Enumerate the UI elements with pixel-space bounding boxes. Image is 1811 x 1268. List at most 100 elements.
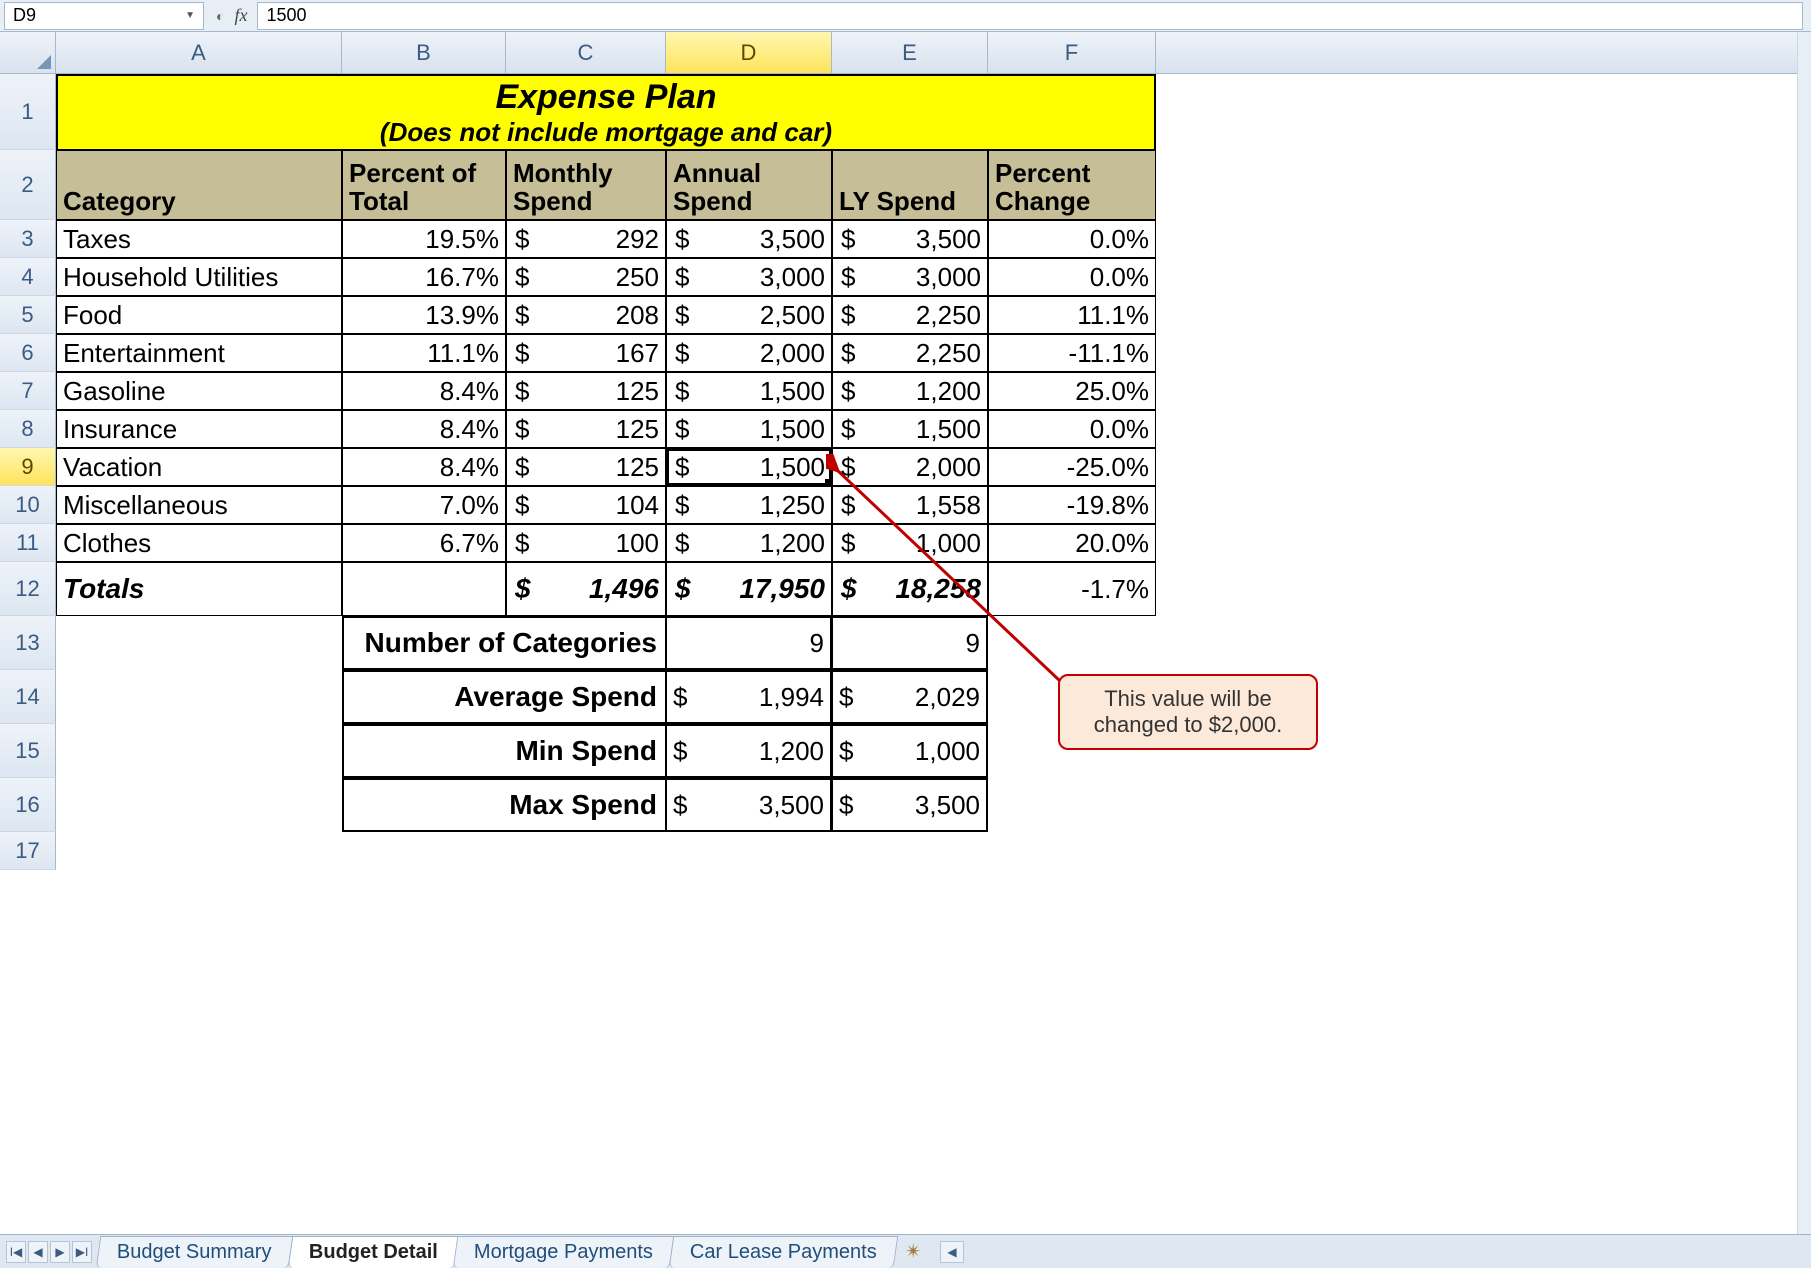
row-header-11[interactable]: 11	[0, 524, 56, 562]
cell-ly[interactable]: $1,558	[832, 486, 988, 524]
cell-pct[interactable]: 16.7%	[342, 258, 506, 296]
cell-pct[interactable]: 8.4%	[342, 448, 506, 486]
row-header-16[interactable]: 16	[0, 778, 56, 832]
col-header-D[interactable]: D	[666, 32, 832, 73]
summary-label[interactable]: Max Spend	[342, 778, 666, 832]
summary-label[interactable]: Min Spend	[342, 724, 666, 778]
row-header-13[interactable]: 13	[0, 616, 56, 670]
cell-monthly[interactable]: $125	[506, 448, 666, 486]
summary-value-d[interactable]: $1,994	[666, 670, 832, 724]
sheet-tab[interactable]: Mortgage Payments	[453, 1236, 674, 1268]
cell-change[interactable]: -11.1%	[988, 334, 1156, 372]
cell-change[interactable]: 25.0%	[988, 372, 1156, 410]
row-header-17[interactable]: 17	[0, 832, 56, 870]
cell-change[interactable]: 20.0%	[988, 524, 1156, 562]
cell-ly[interactable]: $3,500	[832, 220, 988, 258]
cell-change[interactable]: 11.1%	[988, 296, 1156, 334]
cell-change[interactable]: -19.8%	[988, 486, 1156, 524]
hdr-monthly-spend[interactable]: Monthly Spend	[506, 150, 666, 220]
cell-annual[interactable]: $2,500	[666, 296, 832, 334]
cell-pct[interactable]: 6.7%	[342, 524, 506, 562]
cancel-formula-icon[interactable]: ◐	[216, 8, 224, 24]
cell-category[interactable]: Miscellaneous	[56, 486, 342, 524]
cell-category[interactable]: Clothes	[56, 524, 342, 562]
name-box[interactable]: D9 ▼	[4, 2, 204, 30]
cell-ly[interactable]: $3,000	[832, 258, 988, 296]
cell-category[interactable]: Gasoline	[56, 372, 342, 410]
cell-change[interactable]: 0.0%	[988, 410, 1156, 448]
vertical-scrollbar[interactable]	[1797, 32, 1811, 1234]
sheet-nav-prev-icon[interactable]: ◀	[28, 1241, 48, 1263]
row-header-2[interactable]: 2	[0, 150, 56, 220]
cell-ly[interactable]: $2,250	[832, 296, 988, 334]
cell-annual[interactable]: $1,500	[666, 410, 832, 448]
cell-monthly[interactable]: $125	[506, 410, 666, 448]
summary-label[interactable]: Number of Categories	[342, 616, 666, 670]
totals-change[interactable]: -1.7%	[988, 562, 1156, 616]
select-all-corner[interactable]	[0, 32, 56, 73]
cell-monthly[interactable]: $208	[506, 296, 666, 334]
hdr-percent-change[interactable]: Percent Change	[988, 150, 1156, 220]
col-header-C[interactable]: C	[506, 32, 666, 73]
sheet-nav-first-icon[interactable]: I◀	[6, 1241, 26, 1263]
totals-ly[interactable]: $18,258	[832, 562, 988, 616]
sheet-tab[interactable]: Car Lease Payments	[669, 1236, 898, 1268]
cell-monthly[interactable]: $250	[506, 258, 666, 296]
col-header-E[interactable]: E	[832, 32, 988, 73]
cell-ly[interactable]: $1,200	[832, 372, 988, 410]
row-header-7[interactable]: 7	[0, 372, 56, 410]
cell-monthly[interactable]: $100	[506, 524, 666, 562]
cell-pct[interactable]: 13.9%	[342, 296, 506, 334]
cell-pct[interactable]: 7.0%	[342, 486, 506, 524]
summary-value-d[interactable]: $3,500	[666, 778, 832, 832]
cell-annual[interactable]: $1,250	[666, 486, 832, 524]
row-header-5[interactable]: 5	[0, 296, 56, 334]
fx-icon[interactable]: fx	[234, 5, 247, 26]
cell-monthly[interactable]: $167	[506, 334, 666, 372]
summary-value-d[interactable]: 9	[666, 616, 832, 670]
col-header-F[interactable]: F	[988, 32, 1156, 73]
cell-ly[interactable]: $2,000	[832, 448, 988, 486]
row-header-14[interactable]: 14	[0, 670, 56, 724]
row-header-1[interactable]: 1	[0, 74, 56, 150]
cell-annual[interactable]: $1,500	[666, 372, 832, 410]
cell-category[interactable]: Food	[56, 296, 342, 334]
totals-monthly[interactable]: $1,496	[506, 562, 666, 616]
cell-change[interactable]: 0.0%	[988, 220, 1156, 258]
cell-annual[interactable]: $2,000	[666, 334, 832, 372]
hdr-category[interactable]: Category	[56, 150, 342, 220]
cell-ly[interactable]: $2,250	[832, 334, 988, 372]
cell-monthly[interactable]: $104	[506, 486, 666, 524]
row-header-6[interactable]: 6	[0, 334, 56, 372]
sheet-tab[interactable]: Budget Detail	[287, 1236, 458, 1268]
sheet-nav-last-icon[interactable]: ▶I	[72, 1241, 92, 1263]
formula-input[interactable]: 1500	[257, 2, 1803, 30]
row-header-15[interactable]: 15	[0, 724, 56, 778]
cell-monthly[interactable]: $125	[506, 372, 666, 410]
cell-annual[interactable]: $1,500	[666, 448, 832, 486]
tab-scroll-left-icon[interactable]: ◀	[940, 1241, 964, 1263]
cell-annual[interactable]: $1,200	[666, 524, 832, 562]
cell-pct[interactable]: 8.4%	[342, 410, 506, 448]
hdr-percent-total[interactable]: Percent of Total	[342, 150, 506, 220]
cell-pct[interactable]: 11.1%	[342, 334, 506, 372]
sheet-nav-next-icon[interactable]: ▶	[50, 1241, 70, 1263]
cell-pct[interactable]: 19.5%	[342, 220, 506, 258]
cell-ly[interactable]: $1,500	[832, 410, 988, 448]
title-cell[interactable]: Expense Plan (Does not include mortgage …	[56, 74, 1156, 150]
cell-annual[interactable]: $3,500	[666, 220, 832, 258]
summary-label[interactable]: Average Spend	[342, 670, 666, 724]
row-header-12[interactable]: 12	[0, 562, 56, 616]
cell-ly[interactable]: $1,000	[832, 524, 988, 562]
cell-annual[interactable]: $3,000	[666, 258, 832, 296]
row-header-3[interactable]: 3	[0, 220, 56, 258]
hdr-ly-spend[interactable]: LY Spend	[832, 150, 988, 220]
cell-category[interactable]: Entertainment	[56, 334, 342, 372]
col-header-A[interactable]: A	[56, 32, 342, 73]
totals-label[interactable]: Totals	[56, 562, 342, 616]
row-header-4[interactable]: 4	[0, 258, 56, 296]
col-header-B[interactable]: B	[342, 32, 506, 73]
cell-change[interactable]: 0.0%	[988, 258, 1156, 296]
sheet-tab[interactable]: Budget Summary	[96, 1236, 293, 1268]
cell-change[interactable]: -25.0%	[988, 448, 1156, 486]
